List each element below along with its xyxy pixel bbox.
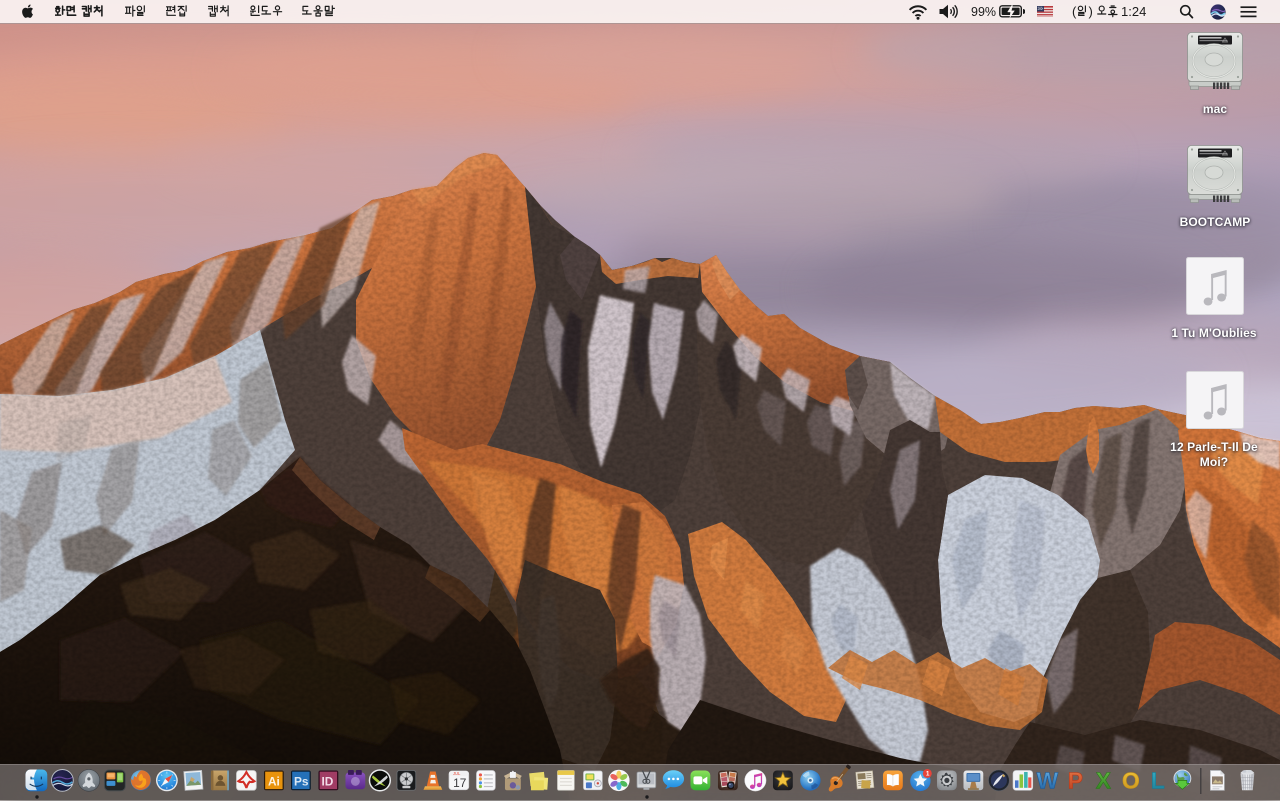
svg-text:(: ( bbox=[1072, 4, 1077, 19]
svg-text:W: W bbox=[1037, 767, 1059, 793]
svg-text:1: 1 bbox=[926, 770, 930, 777]
svg-text:P: P bbox=[1068, 767, 1083, 793]
svg-text:Ps: Ps bbox=[294, 774, 309, 788]
svg-text:X: X bbox=[1096, 767, 1111, 793]
svg-text:L: L bbox=[1151, 767, 1165, 793]
svg-text:Ai: Ai bbox=[268, 774, 280, 788]
svg-text:17: 17 bbox=[453, 776, 466, 790]
svg-text:1:24: 1:24 bbox=[1121, 4, 1146, 19]
svg-text:ID: ID bbox=[321, 774, 333, 788]
svg-text:O: O bbox=[1122, 767, 1140, 793]
svg-text:): ) bbox=[1089, 4, 1093, 19]
